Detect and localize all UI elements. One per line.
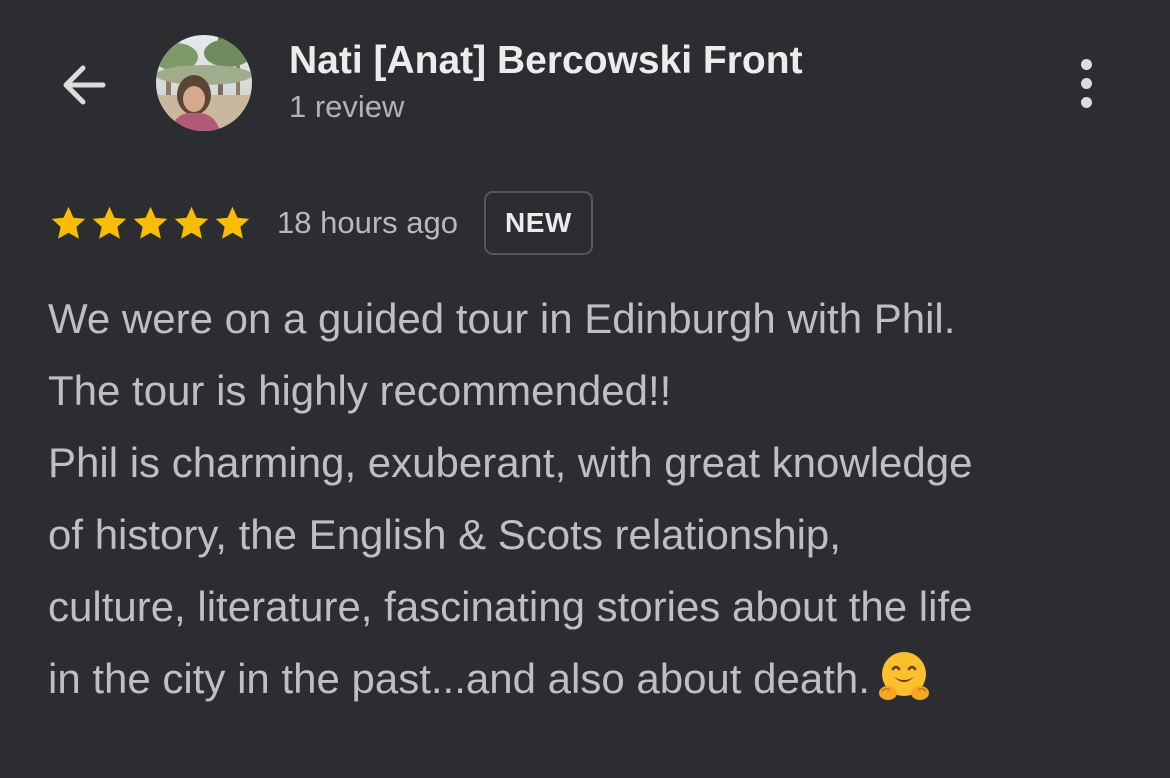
- star-icon: [51, 206, 86, 239]
- star-rating: [48, 203, 253, 244]
- more-vert-icon-dot: [1080, 96, 1092, 108]
- new-badge: NEW: [483, 191, 593, 255]
- more-vert-icon: [1080, 58, 1092, 70]
- hugging-face-icon: [878, 652, 929, 700]
- review-line: We were on a guided tour in Edinburgh wi…: [48, 295, 956, 342]
- more-vert-icon-dot: [1080, 77, 1092, 89]
- review-line: The tour is highly recommended!!: [48, 367, 672, 414]
- review-count: 1 review: [289, 89, 405, 124]
- review-line: of history, the English & Scots relation…: [48, 511, 841, 558]
- avatar[interactable]: [156, 35, 252, 131]
- review-line: in the city in the past...and also about…: [48, 655, 870, 702]
- star-icon: [133, 206, 168, 239]
- review-last-line: in the city in the past...and also about…: [48, 643, 1138, 715]
- review-line: Phil is charming, exuberant, with great …: [48, 439, 973, 486]
- review-meta: 18 hours ago NEW: [48, 190, 593, 256]
- more-options-button[interactable]: [1060, 50, 1112, 116]
- star-icon: [174, 206, 209, 239]
- review-time: 18 hours ago: [277, 205, 458, 240]
- review-screen: Nati [Anat] Bercowski Front 1 review 18 …: [0, 0, 1170, 778]
- review-line: culture, literature, fascinating stories…: [48, 583, 973, 630]
- reviewer-header: Nati [Anat] Bercowski Front 1 review: [289, 38, 803, 127]
- back-button[interactable]: [50, 52, 116, 118]
- arrow-left-icon: [63, 65, 106, 105]
- star-icon: [92, 206, 127, 239]
- review-text: We were on a guided tour in Edinburgh wi…: [48, 283, 1138, 715]
- reviewer-name[interactable]: Nati [Anat] Bercowski Front: [289, 38, 803, 84]
- star-icon: [215, 206, 250, 239]
